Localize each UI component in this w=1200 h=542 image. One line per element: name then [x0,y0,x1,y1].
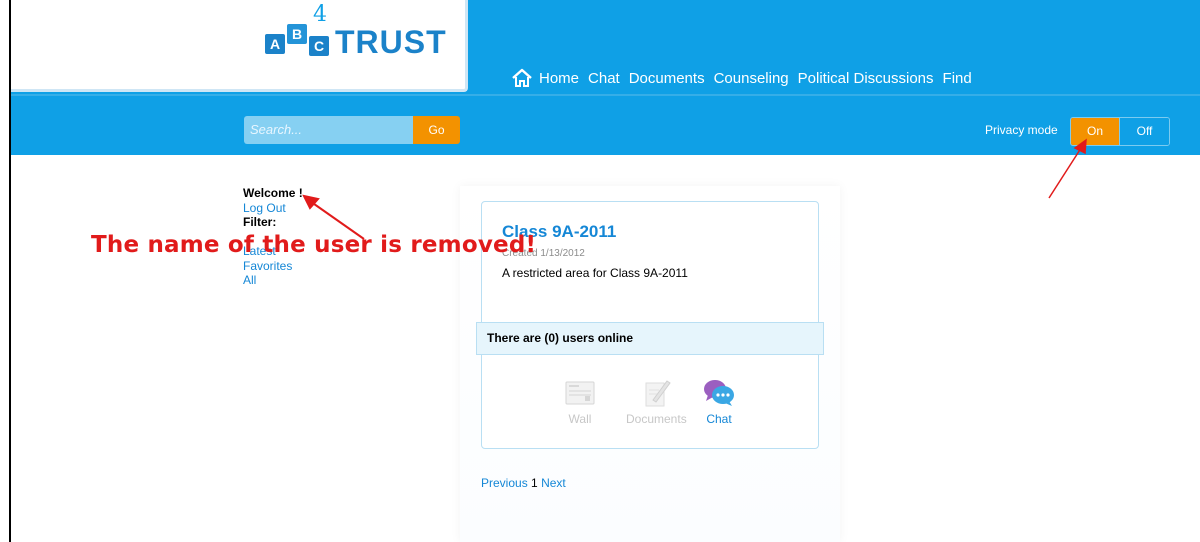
users-online-banner: There are (0) users online [476,322,824,355]
welcome-text: Welcome ! [243,186,303,200]
home-icon[interactable] [511,68,533,88]
nav-find[interactable]: Find [943,70,972,87]
chat-label: Chat [706,412,732,426]
nav-chat[interactable]: Chat [588,70,620,87]
filter-label: Filter: [243,215,277,229]
filter-favorites[interactable]: Favorites [243,259,303,274]
privacy-mode-toggle: On Off [1070,117,1170,146]
abc4trust-logo[interactable]: A B C 4 TRUST [261,2,451,68]
nav-counseling[interactable]: Counseling [714,70,789,87]
nav-political-discussions[interactable]: Political Discussions [798,70,934,87]
pager-next[interactable]: Next [541,476,566,490]
documents-category[interactable]: Documents [626,378,687,426]
filter-all[interactable]: All [243,273,303,288]
main-nav: Home Chat Documents Counseling Political… [511,68,981,88]
pager-previous[interactable]: Previous [481,476,528,490]
wall-category[interactable]: Wall [550,378,610,426]
logo-tile-a: A [265,34,285,54]
wall-icon [565,381,595,405]
pagination: Previous 1 Next [481,476,566,490]
logout-link[interactable]: Log Out [243,201,303,216]
privacy-off-button[interactable]: Off [1119,118,1169,145]
nav-home[interactable]: Home [539,70,579,87]
privacy-on-button[interactable]: On [1071,118,1120,145]
logo-superscript: 4 [313,2,327,27]
annotation-text: The name of the user is removed! [91,232,537,258]
privacy-mode-label: Privacy mode [985,123,1058,137]
search-input[interactable]: Search... [244,116,413,144]
wall-label: Wall [568,412,592,426]
documents-icon [645,380,671,407]
group-description: A restricted area for Class 9A-2011 [502,266,688,280]
logo-tile-c: C [309,36,329,56]
pager-current: 1 [531,476,538,490]
search-go-button[interactable]: Go [413,116,460,144]
logo-word: TRUST [335,24,447,60]
logo-tile-b: B [287,24,307,44]
nav-documents[interactable]: Documents [629,70,705,87]
chat-icon [704,380,734,406]
documents-label: Documents [626,412,687,426]
chat-category[interactable]: Chat [689,378,749,426]
header-divider [11,94,1200,96]
